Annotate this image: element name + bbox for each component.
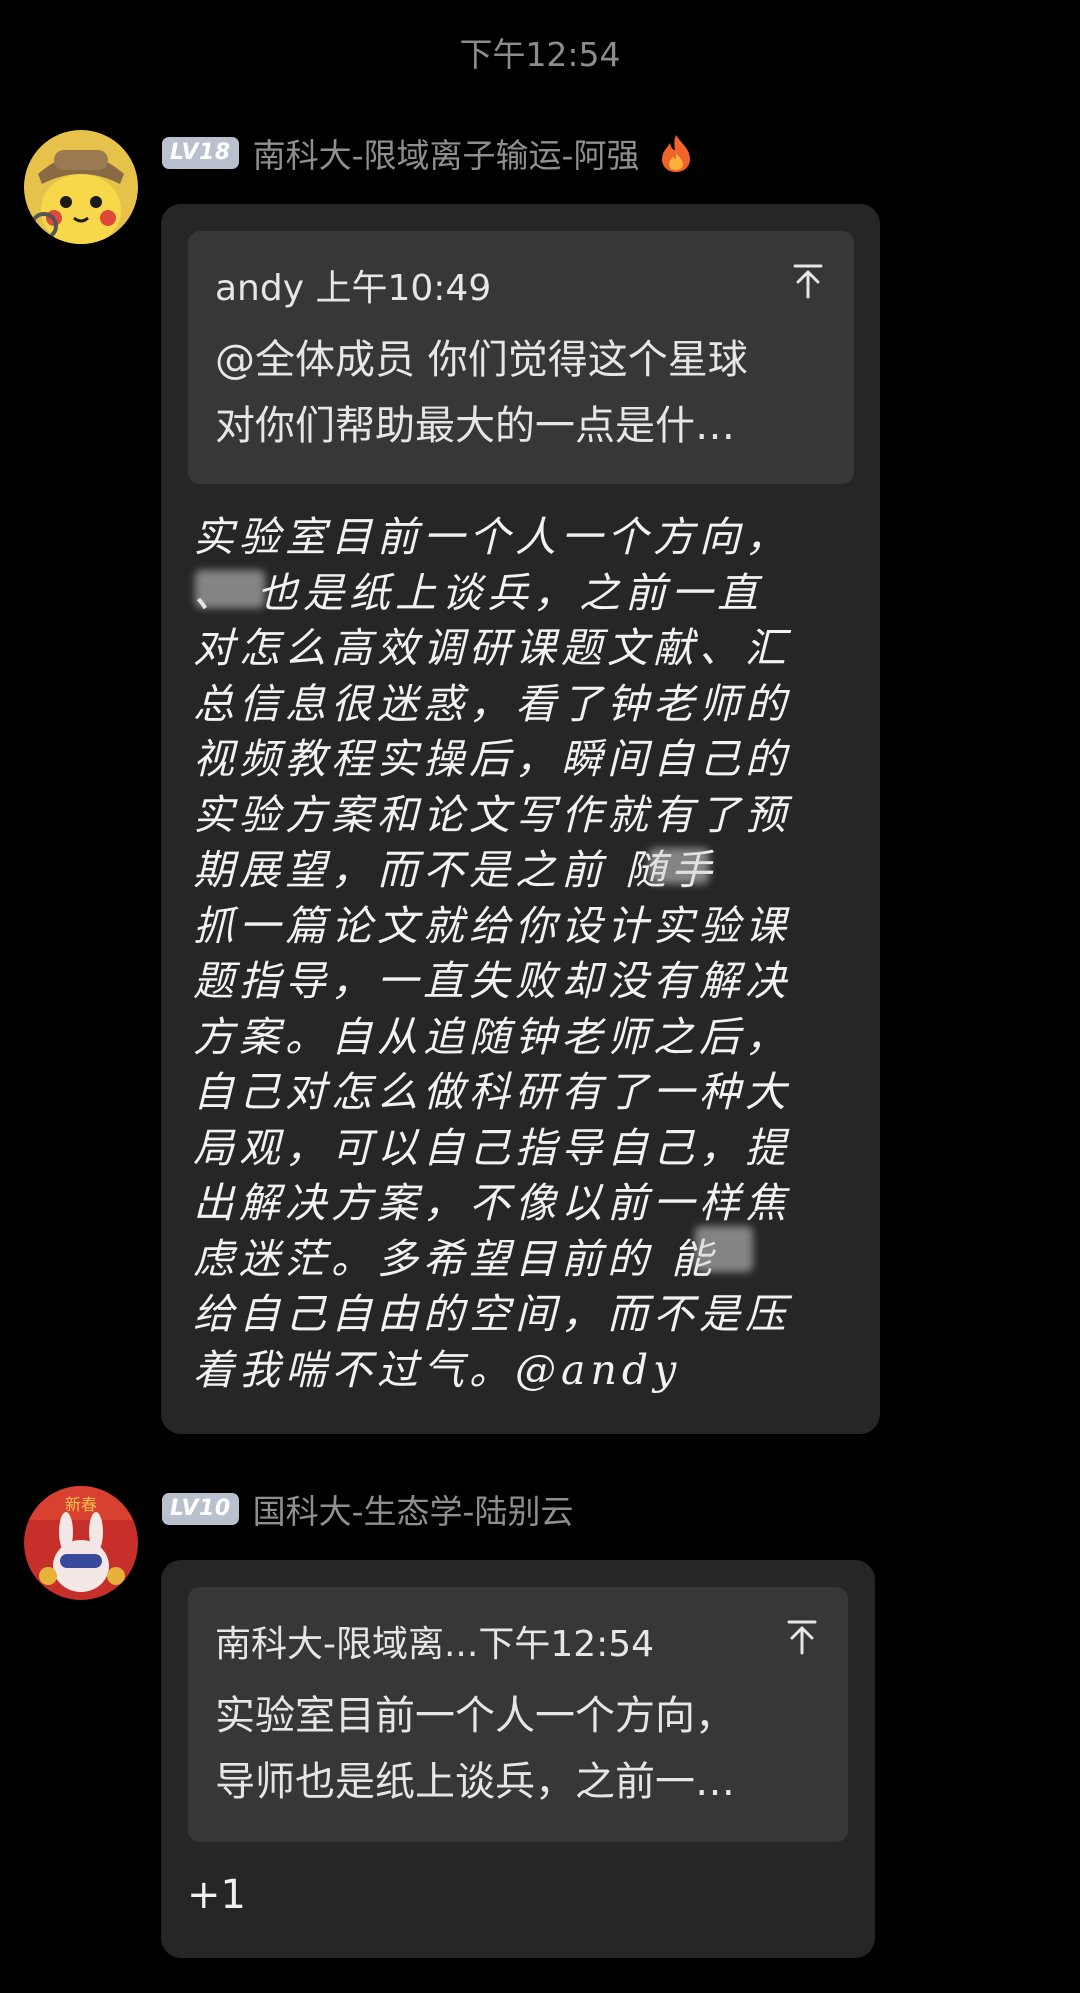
svg-text:新春: 新春 [65,1495,97,1514]
redaction-mark [649,848,709,884]
level-badge: LV18 [162,137,239,169]
time-divider: 下午12:54 [459,35,621,74]
avatar-detective-pikachu[interactable] [24,130,138,244]
sender-row: LV18 南科大-限域离子输运-阿强 [162,131,693,175]
message-bubble[interactable]: 南科大-限域离...下午12:54 实验室目前一个人一个方向， 导师也是纸上谈兵… [161,1560,875,1958]
pin-to-top-icon[interactable] [786,1619,818,1655]
sender-name[interactable]: 南科大-限域离子输运-阿强 [253,129,640,177]
new-year-rabbit-avatar-icon: 新春 [24,1486,138,1600]
message-bubble[interactable]: andy 上午10:49 @全体成员 你们觉得这个星球 对你们帮助最大的一点是什… [161,204,880,1434]
pin-to-top-icon[interactable] [792,263,824,299]
quoted-message[interactable]: andy 上午10:49 @全体成员 你们觉得这个星球 对你们帮助最大的一点是什… [188,231,854,484]
message-text: +1 [187,1872,246,1918]
detective-pikachu-avatar-icon [24,130,138,244]
quote-text: 实验室目前一个人一个方向， 导师也是纸上谈兵，之前一… [215,1693,735,1805]
sender-name[interactable]: 国科大-生态学-陆别云 [253,1485,574,1533]
quote-header: andy 上午10:49 [215,268,492,309]
quote-text: @全体成员 你们觉得这个星球 对你们帮助最大的一点是什… [215,337,748,449]
quote-header: 南科大-限域离...下午12:54 [215,1624,655,1665]
fire-icon [662,135,691,172]
avatar-new-year-rabbit[interactable]: 新春 [24,1486,138,1600]
redaction-mark [195,570,265,608]
sender-row: LV10 国科大-生态学-陆别云 [162,1487,573,1531]
redaction-mark [695,1226,753,1272]
level-badge: LV10 [162,1493,239,1525]
quoted-message[interactable]: 南科大-限域离...下午12:54 实验室目前一个人一个方向， 导师也是纸上谈兵… [188,1587,848,1842]
